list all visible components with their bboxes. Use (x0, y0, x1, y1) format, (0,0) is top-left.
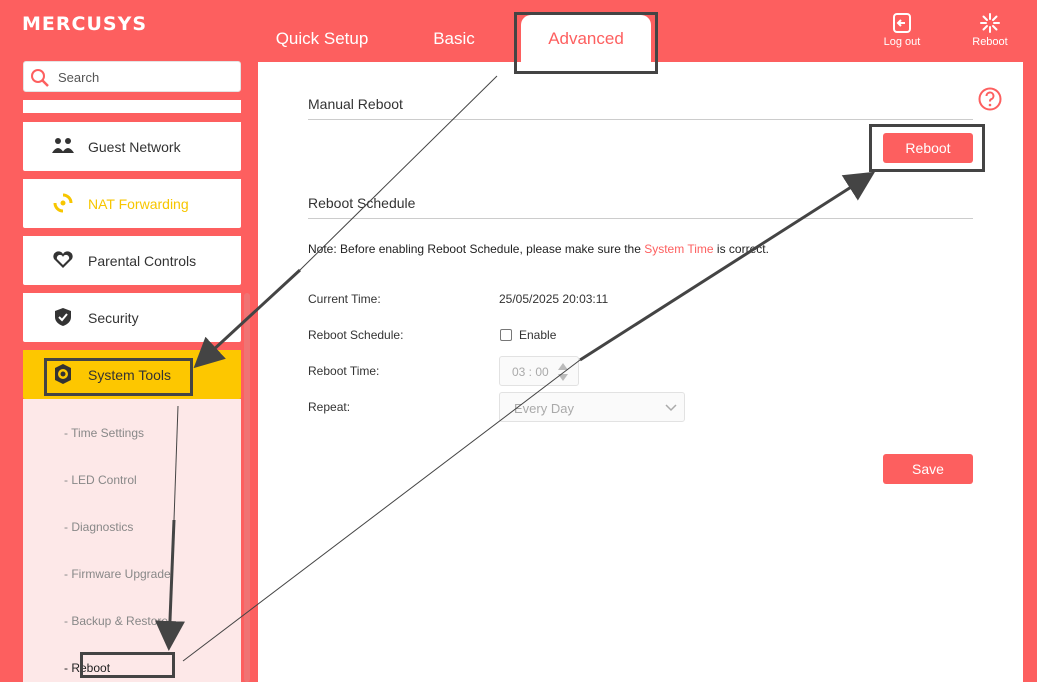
schedule-note: Note: Before enabling Reboot Schedule, p… (308, 242, 769, 256)
sidebar-item-nat-forwarding[interactable]: NAT Forwarding (23, 179, 241, 228)
sidebar-item-guest-network[interactable]: Guest Network (23, 122, 241, 171)
repeat-label: Repeat: (308, 400, 351, 414)
sidebar-item-security[interactable]: Security (23, 293, 241, 342)
divider (308, 218, 973, 219)
tab-basic[interactable]: Basic (414, 15, 494, 65)
sidebar-item-parental-controls[interactable]: Parental Controls (23, 236, 241, 285)
save-button[interactable]: Save (883, 454, 973, 484)
annotation-box-system-tools (44, 358, 193, 396)
search-box[interactable] (23, 61, 241, 92)
logout-label: Log out (883, 36, 921, 48)
sidebar-item-partial (23, 100, 241, 113)
spinner-arrows-icon[interactable] (557, 362, 569, 382)
header-reboot-button[interactable]: Reboot (960, 12, 1020, 48)
manual-reboot-title: Manual Reboot (308, 96, 403, 112)
repeat-value: Every Day (514, 401, 574, 416)
reboot-time-input[interactable]: 03 : 00 (499, 356, 579, 386)
current-time-label: Current Time: (308, 292, 381, 306)
note-text: Note: Before enabling Reboot Schedule, p… (308, 242, 645, 256)
system-time-link[interactable]: System Time (644, 242, 713, 256)
help-button[interactable] (978, 87, 1002, 116)
annotation-box-reboot-button (869, 124, 985, 172)
submenu-time-settings[interactable]: - Time Settings (64, 426, 144, 440)
search-input[interactable] (58, 67, 228, 87)
submenu-led-control[interactable]: - LED Control (64, 473, 137, 487)
tab-quick-setup[interactable]: Quick Setup (262, 15, 382, 65)
system-tools-submenu (23, 399, 241, 682)
divider (308, 119, 973, 120)
annotation-box-reboot-submenu (80, 652, 175, 678)
note-text-end: is correct. (713, 242, 769, 256)
search-icon (31, 69, 49, 87)
reboot-icon (980, 13, 1000, 33)
reboot-time-value: 03 : 00 (512, 365, 549, 379)
enable-checkbox[interactable] (500, 329, 512, 341)
enable-label: Enable (519, 328, 557, 342)
shield-icon (55, 308, 71, 326)
logout-icon (893, 13, 911, 33)
reboot-time-label: Reboot Time: (308, 364, 380, 378)
sidebar-item-label: NAT Forwarding (88, 196, 189, 212)
mercusys-logo: MERCUSYS (22, 13, 148, 35)
logout-button[interactable]: Log out (872, 12, 932, 48)
chevron-down-icon (665, 404, 677, 412)
sidebar-item-label: Parental Controls (88, 253, 197, 269)
nat-forwarding-icon (53, 193, 73, 213)
current-time-value: 25/05/2025 20:03:11 (499, 292, 609, 306)
guest-network-icon (52, 138, 74, 153)
submenu-diagnostics[interactable]: - Diagnostics (64, 520, 133, 534)
submenu-backup-restore[interactable]: - Backup & Restore (64, 614, 168, 628)
sidebar-item-label: Security (88, 310, 139, 326)
repeat-select[interactable]: Every Day (499, 392, 685, 422)
sidebar-scrollbar[interactable] (244, 293, 250, 682)
submenu-firmware-upgrade[interactable]: - Firmware Upgrade (64, 567, 171, 581)
help-icon (978, 87, 1002, 111)
reboot-schedule-title: Reboot Schedule (308, 195, 416, 211)
header-reboot-label: Reboot (972, 36, 1008, 48)
sidebar-item-label: Guest Network (88, 139, 181, 155)
reboot-schedule-label: Reboot Schedule: (308, 328, 404, 342)
heart-icon (53, 251, 73, 268)
annotation-box-advanced (514, 12, 658, 74)
